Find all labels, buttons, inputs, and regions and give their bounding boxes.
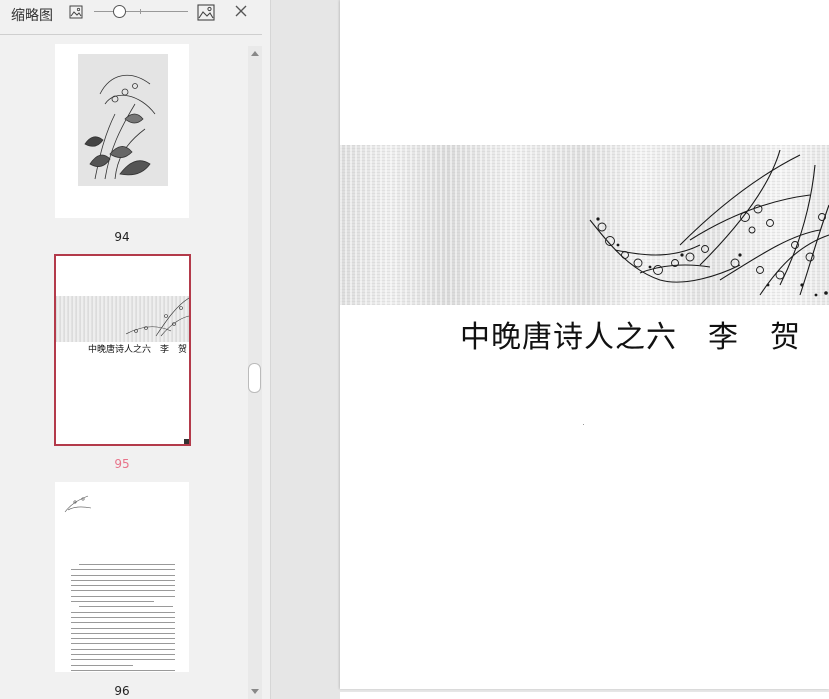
zoom-slider-track[interactable]	[94, 11, 188, 12]
page-number-95: 95	[114, 457, 130, 471]
page-title: 中晚唐诗人之六 李 贺	[460, 320, 801, 355]
thumbnail-page-94[interactable]	[55, 44, 189, 218]
page-artifact	[583, 424, 584, 425]
sidebar-header: 缩略图	[0, 0, 262, 35]
plum-blossom-illustration	[589, 149, 829, 297]
image-large-icon[interactable]	[197, 4, 215, 21]
document-page-95[interactable]: 中晚唐诗人之六 李 贺	[340, 0, 829, 689]
thumbnail-page-96[interactable]	[55, 482, 189, 672]
thumbnail-95-title: 中晚唐诗人之六 李 贺	[88, 345, 188, 355]
thumbnail-resize-handle	[184, 439, 189, 444]
thumbnail-page-95[interactable]: 中晚唐诗人之六 李 贺	[54, 254, 191, 446]
zoom-slider-handle[interactable]	[113, 5, 126, 18]
thumbnail-95-flower-illustration	[125, 297, 189, 337]
scroll-up-arrow-icon[interactable]	[251, 51, 259, 56]
close-icon[interactable]	[234, 4, 248, 18]
page-number-94: 94	[114, 230, 130, 244]
document-page-96-edge[interactable]	[340, 692, 829, 699]
sidebar-scrollbar-thumb[interactable]	[248, 363, 261, 393]
thumbnail-96-ornament	[64, 495, 92, 513]
thumbnail-sidebar: 缩略图 94 中晚唐诗人之六 李 贺 95 96	[0, 0, 271, 699]
page-number-96: 96	[114, 684, 130, 698]
scroll-down-arrow-icon[interactable]	[251, 689, 259, 694]
zoom-slider-tick	[140, 9, 141, 14]
image-small-icon[interactable]	[69, 5, 83, 19]
thumbnail-96-text-lines	[71, 564, 175, 672]
sidebar-title: 缩略图	[11, 8, 53, 24]
thumbnail-94-illustration	[78, 54, 168, 186]
